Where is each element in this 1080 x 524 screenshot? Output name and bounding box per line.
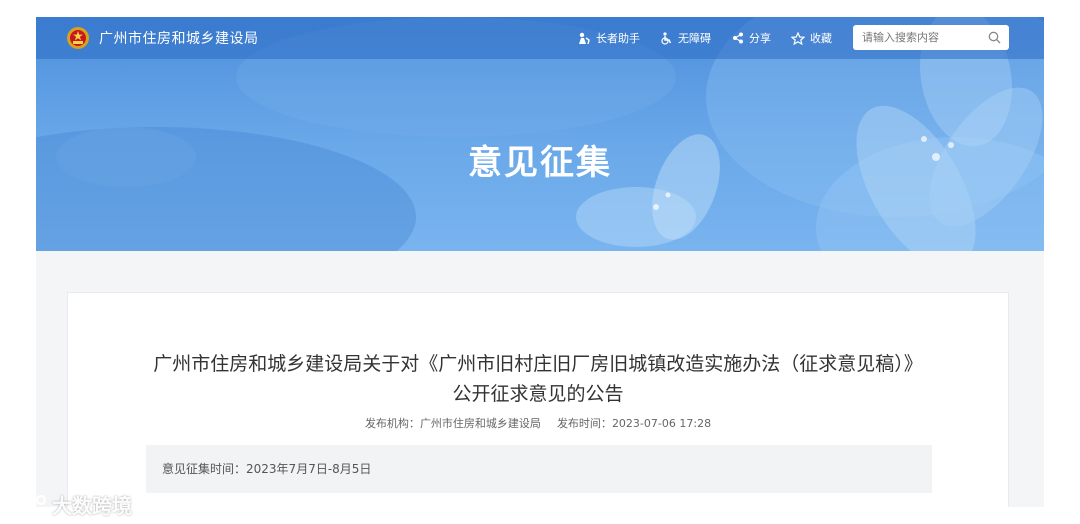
article-card: 广州市住房和城乡建设局关于对《广州市旧村庄旧厂房旧城镇改造实施办法（征求意见稿）… xyxy=(67,292,1009,507)
page-frame: 广州市住房和城乡建设局 长者助手 无障碍 分享 收藏 请输入搜索内容 意见征集 … xyxy=(36,17,1044,507)
accessibility-button[interactable]: 无障碍 xyxy=(660,30,711,46)
watermark-logo-icon xyxy=(10,494,47,513)
publish-time-value: 2023-07-06 17:28 xyxy=(611,417,712,430)
search-box xyxy=(853,25,1009,50)
publisher-label: 发布机构： xyxy=(364,417,420,430)
search-input[interactable] xyxy=(853,25,990,50)
elder-assistant-label: 长者助手 xyxy=(596,32,640,45)
top-bar: 广州市住房和城乡建设局 长者助手 无障碍 分享 收藏 请输入搜索内容 xyxy=(36,17,1044,59)
share-icon xyxy=(733,32,743,44)
watermark-text: 大数跨境 xyxy=(52,493,132,518)
banner: 广州市住房和城乡建设局 长者助手 无障碍 分享 收藏 请输入搜索内容 意见征集 xyxy=(36,17,1044,251)
favorite-button[interactable]: 收藏 xyxy=(791,30,832,46)
site-title[interactable]: 广州市住房和城乡建设局 xyxy=(99,28,259,48)
comment-period-label: 意见征集时间： xyxy=(162,462,247,476)
publisher-value: 广州市住房和城乡建设局 xyxy=(419,417,541,430)
favorite-label: 收藏 xyxy=(810,32,832,45)
share-button[interactable]: 分享 xyxy=(732,30,771,46)
comment-period-value: 2023年7月7日-8月5日 xyxy=(246,462,372,476)
accessibility-label: 无障碍 xyxy=(678,32,711,45)
article-title-line1: 广州市住房和城乡建设局关于对《广州市旧村庄旧厂房旧城镇改造实施办法（征求意见稿）… xyxy=(153,353,923,375)
watermark: 大数跨境 xyxy=(8,489,132,519)
banner-title: 意见征集 xyxy=(468,143,612,183)
article-title: 广州市住房和城乡建设局关于对《广州市旧村庄旧厂房旧城镇改造实施办法（征求意见稿）… xyxy=(68,349,1008,409)
share-label: 分享 xyxy=(749,32,771,45)
comment-period-box: 意见征集时间：2023年7月7日-8月5日 xyxy=(146,445,932,493)
national-emblem-icon xyxy=(67,27,89,49)
elder-assistant-icon xyxy=(579,32,590,44)
publish-time-label: 发布时间： xyxy=(556,417,612,430)
article-meta: 发布机构：广州市住房和城乡建设局 发布时间：2023-07-06 17:28 xyxy=(68,415,1008,431)
star-icon xyxy=(791,31,805,45)
wheelchair-icon xyxy=(661,31,672,45)
elder-assistant-button[interactable]: 长者助手 xyxy=(577,30,640,46)
article-title-line2: 公开征求意见的公告 xyxy=(452,383,624,405)
search-icon[interactable] xyxy=(988,31,1001,44)
